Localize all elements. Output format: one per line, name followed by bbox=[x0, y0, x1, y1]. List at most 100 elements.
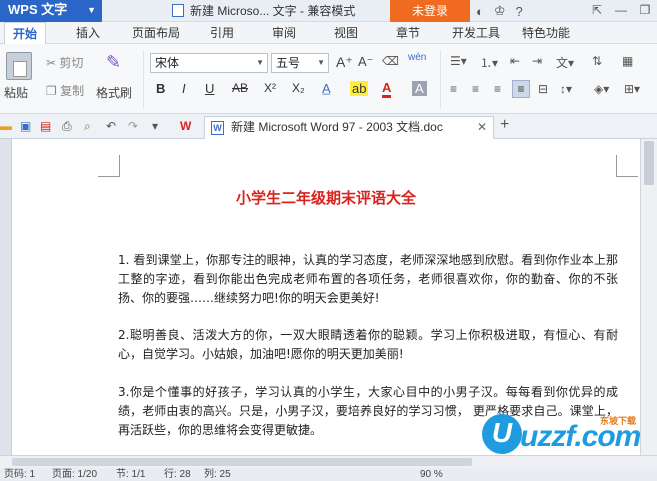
paste-button[interactable]: 粘贴 bbox=[4, 84, 28, 101]
tab-special-features[interactable]: 特色功能 bbox=[522, 22, 570, 44]
line-spacing-icon[interactable]: ↕▾ bbox=[560, 82, 572, 96]
brush-icon[interactable]: ✎ bbox=[106, 52, 128, 76]
scrollbar-thumb[interactable] bbox=[644, 141, 654, 185]
document-heading: 小学生二年级期末评语大全 bbox=[235, 189, 416, 207]
save-icon[interactable]: ▣ bbox=[20, 119, 31, 133]
chinese-layout-icon[interactable]: 文▾ bbox=[556, 54, 574, 71]
justify-icon[interactable]: ≡ bbox=[512, 80, 530, 98]
share-icon[interactable]: ⇱ bbox=[585, 0, 609, 22]
phonetic-button[interactable]: wén bbox=[408, 52, 426, 63]
cut-button[interactable]: ✂ 剪切 bbox=[46, 54, 83, 71]
document-area: 小学生二年级期末评语大全 1. 看到课堂上，你那专注的眼神，认真的学习态度，老师… bbox=[0, 139, 657, 455]
subscript-button[interactable]: X₂ bbox=[292, 81, 305, 95]
vertical-scrollbar[interactable] bbox=[640, 139, 657, 455]
copy-label: 复制 bbox=[60, 84, 85, 98]
print-icon[interactable]: ⎙ bbox=[62, 119, 72, 134]
margin-mark bbox=[616, 155, 638, 177]
print-preview-icon[interactable]: ⌕ bbox=[84, 119, 91, 134]
scissors-icon: ✂ bbox=[46, 56, 57, 70]
window-controls: ⇱ — ❐ bbox=[585, 0, 657, 22]
tab-view[interactable]: 视图 bbox=[334, 22, 358, 44]
document-tab[interactable]: W 新建 Microsoft Word 97 - 2003 文档.doc ✕ bbox=[204, 116, 494, 139]
copy-button[interactable]: ❐ 复制 bbox=[46, 82, 84, 99]
status-row: 行: 28 bbox=[164, 469, 191, 480]
format-painter-button[interactable]: 格式刷 bbox=[96, 84, 132, 101]
status-section: 节: 1/1 bbox=[116, 469, 146, 480]
tab-references[interactable]: 引用 bbox=[210, 22, 234, 44]
minimize-button[interactable]: — bbox=[609, 0, 633, 22]
login-button[interactable]: 未登录 bbox=[390, 0, 470, 22]
status-bar: 页码: 1 页面: 1/20 节: 1/1 行: 28 列: 25 90 % bbox=[0, 468, 657, 481]
strikethrough-button[interactable]: AB bbox=[232, 81, 248, 95]
indent-icon[interactable]: ⇥ bbox=[532, 54, 542, 68]
paste-icon[interactable] bbox=[6, 52, 32, 80]
window-title: 新建 Microso... 文字 - 兼容模式 bbox=[172, 0, 355, 22]
underline-button[interactable]: U bbox=[205, 81, 214, 96]
uzzf-watermark-logo: U uzzf.com 东坡下载 bbox=[482, 414, 650, 460]
redo-icon[interactable]: ↷ bbox=[128, 119, 138, 133]
horizontal-scrollbar[interactable] bbox=[0, 455, 657, 468]
tab-sections[interactable]: 章节 bbox=[396, 22, 420, 44]
superscript-button[interactable]: X² bbox=[264, 81, 276, 95]
menu-bar: 开始 插入 页面布局 引用 审阅 视图 章节 开发工具 特色功能 bbox=[0, 22, 657, 44]
divider bbox=[143, 50, 144, 108]
status-pages: 页面: 1/20 bbox=[52, 469, 98, 480]
scrollbar-thumb[interactable] bbox=[12, 458, 472, 466]
paragraph: 1. 看到课堂上，你那专注的眼神，认真的学习态度，老师深深地感到欣慰。看到你作业… bbox=[118, 253, 618, 305]
open-folder-icon[interactable]: ▬ bbox=[0, 119, 12, 133]
app-menu-button[interactable]: WPS 文字 ▼ bbox=[0, 0, 102, 22]
highlight-icon[interactable]: ab bbox=[350, 81, 369, 96]
font-color-button[interactable]: A bbox=[382, 81, 392, 98]
close-tab-button[interactable]: ✕ bbox=[477, 117, 487, 138]
font-name-select[interactable]: 宋体 ▼ bbox=[150, 53, 268, 73]
status-col: 列: 25 bbox=[204, 469, 231, 480]
new-tab-button[interactable]: + bbox=[500, 116, 509, 134]
clear-format-icon[interactable]: ⌫ bbox=[382, 54, 399, 68]
chevron-down-icon: ▼ bbox=[87, 5, 96, 15]
pdf-icon[interactable]: ▤ bbox=[40, 119, 51, 133]
tab-home[interactable]: 开始 bbox=[4, 22, 47, 44]
word-doc-icon: W bbox=[211, 121, 224, 135]
align-left-icon[interactable]: ≡ bbox=[450, 82, 457, 96]
font-size-value: 五号 bbox=[276, 56, 301, 70]
ribbon: 粘贴 ✂ 剪切 ❐ 复制 ✎ 格式刷 宋体 ▼ 五号 ▼ A⁺ A⁻ ⌫ wén B… bbox=[0, 44, 657, 114]
uzzf-tagline: 东坡下载 bbox=[600, 416, 637, 426]
text-effect-icon[interactable]: A̲ bbox=[322, 81, 331, 96]
borders-icon[interactable]: ⊞▾ bbox=[624, 82, 640, 96]
restore-button[interactable]: ❐ bbox=[633, 0, 657, 22]
numbering-icon[interactable]: ⒈▾ bbox=[480, 54, 498, 71]
italic-button[interactable]: I bbox=[182, 81, 186, 96]
bold-button[interactable]: B bbox=[156, 81, 165, 96]
outdent-icon[interactable]: ⇤ bbox=[510, 54, 520, 68]
char-shading-icon[interactable]: A bbox=[412, 81, 427, 96]
zoom-level[interactable]: 90 % bbox=[420, 468, 443, 481]
tab-developer[interactable]: 开发工具 bbox=[452, 22, 500, 44]
sort-icon[interactable]: ⇅ bbox=[592, 54, 602, 68]
customize-icon[interactable]: ▾ bbox=[152, 119, 158, 133]
table-icon[interactable]: ▦ bbox=[622, 54, 633, 68]
help-icon[interactable]: ? bbox=[516, 4, 523, 19]
cut-label: 剪切 bbox=[59, 56, 84, 70]
titlebar-tools: ◐ ♔ ? bbox=[476, 0, 523, 22]
tab-review[interactable]: 审阅 bbox=[272, 22, 296, 44]
grow-font-button[interactable]: A⁺ bbox=[336, 54, 353, 71]
undo-icon[interactable]: ↶ bbox=[106, 119, 116, 133]
align-center-icon[interactable]: ≡ bbox=[472, 82, 479, 96]
bullets-icon[interactable]: ☰▾ bbox=[450, 54, 467, 68]
status-page: 页码: 1 bbox=[4, 469, 36, 480]
quick-access-bar: ▬ ▣ ▤ ⎙ ⌕ ↶ ↷ ▾ W W 新建 Microsoft Word 97… bbox=[0, 114, 657, 139]
distribute-icon[interactable]: ⊟ bbox=[538, 82, 548, 96]
shirt-icon[interactable]: ♔ bbox=[494, 3, 506, 19]
chevron-down-icon: ▼ bbox=[317, 58, 325, 67]
tab-insert[interactable]: 插入 bbox=[76, 22, 100, 44]
font-size-select[interactable]: 五号 ▼ bbox=[271, 53, 329, 73]
window-title-text: 新建 Microso... 文字 - 兼容模式 bbox=[190, 4, 356, 18]
document-page[interactable]: 小学生二年级期末评语大全 1. 看到课堂上，你那专注的眼神，认真的学习态度，老师… bbox=[12, 139, 640, 455]
uzzf-u-mark: U bbox=[482, 414, 522, 454]
tab-page-layout[interactable]: 页面布局 bbox=[132, 22, 180, 44]
shrink-font-button[interactable]: A⁻ bbox=[358, 54, 374, 70]
align-right-icon[interactable]: ≡ bbox=[494, 82, 501, 96]
shading-icon[interactable]: ◈▾ bbox=[594, 82, 609, 96]
skin-icon[interactable]: ◐ bbox=[476, 4, 484, 19]
title-bar: WPS 文字 ▼ 新建 Microso... 文字 - 兼容模式 未登录 ◐ ♔… bbox=[0, 0, 657, 22]
